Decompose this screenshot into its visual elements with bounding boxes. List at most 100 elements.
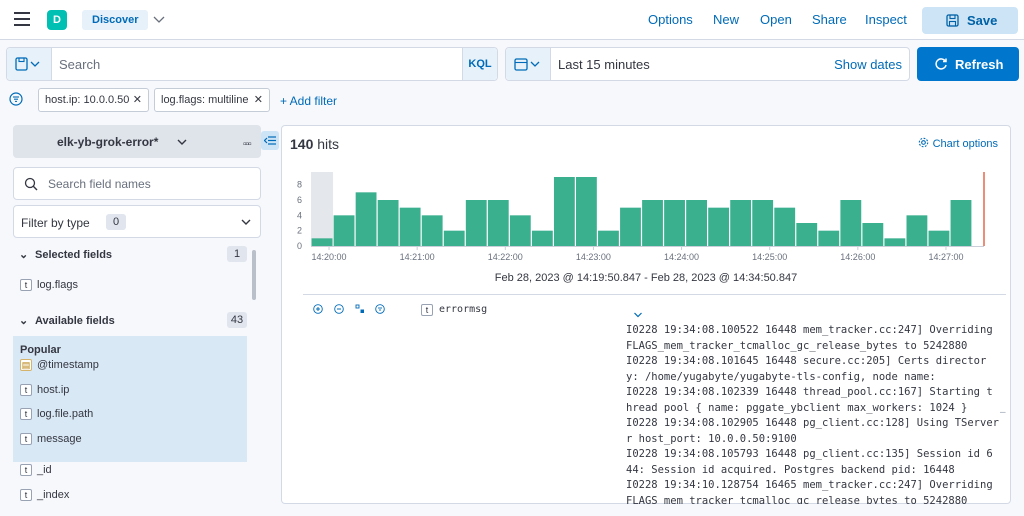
histogram-bar[interactable] bbox=[598, 230, 619, 246]
chevron-down-icon: ⌄ bbox=[19, 315, 29, 327]
log-line: 44: Session id acquired. Postgres backen… bbox=[626, 463, 955, 476]
histogram-bar[interactable] bbox=[840, 200, 862, 246]
chevron-down-icon[interactable] bbox=[152, 12, 166, 26]
histogram-bar[interactable] bbox=[531, 230, 553, 246]
field-host-ip[interactable]: t host.ip bbox=[20, 384, 69, 404]
more-options-icon[interactable]: ▫▫▫ bbox=[243, 139, 252, 150]
histogram-bar[interactable] bbox=[862, 223, 884, 246]
histogram-bar[interactable] bbox=[465, 200, 487, 246]
column-resize-handle[interactable]: – bbox=[1000, 407, 1006, 418]
filter-by-type-button[interactable]: Filter by type 0 bbox=[13, 205, 261, 238]
histogram-bar[interactable] bbox=[774, 207, 796, 246]
histogram-bar[interactable] bbox=[333, 215, 355, 246]
add-filter-button[interactable]: + Add filter bbox=[280, 94, 337, 108]
field-timestamp[interactable]: ▤ @timestamp bbox=[20, 359, 99, 379]
index-pattern-selector[interactable]: elk-yb-grok-error* bbox=[13, 125, 261, 158]
histogram-bar[interactable] bbox=[708, 207, 730, 246]
filter-pill-host-ip[interactable]: host.ip: 10.0.0.50 ✕ bbox=[38, 88, 149, 112]
histogram-bar[interactable] bbox=[950, 200, 972, 246]
filter-options-icon[interactable] bbox=[9, 92, 23, 106]
field-index[interactable]: t _index bbox=[20, 489, 69, 509]
search-input[interactable]: Search bbox=[59, 57, 100, 72]
gear-icon bbox=[918, 137, 928, 148]
histogram-bar[interactable] bbox=[664, 200, 685, 246]
breadcrumb-discover[interactable]: Discover bbox=[82, 10, 149, 30]
kql-toggle[interactable]: KQL bbox=[462, 48, 497, 80]
y-tick-label: 4 bbox=[297, 210, 302, 220]
log-line: r host_port: 10.0.0.50:9100 bbox=[626, 432, 797, 445]
histogram-bar[interactable] bbox=[399, 207, 421, 246]
histogram-bar[interactable] bbox=[421, 215, 443, 246]
histogram-bar[interactable] bbox=[796, 223, 818, 246]
histogram-bar[interactable] bbox=[311, 238, 333, 246]
field-message[interactable]: t message bbox=[20, 433, 82, 453]
refresh-button[interactable]: Refresh bbox=[917, 47, 1019, 81]
save-button[interactable]: Save bbox=[922, 7, 1018, 34]
hits-counter: 140 hits bbox=[290, 136, 339, 152]
log-line: FLAGS_mem_tracker_tcmalloc_gc_release_by… bbox=[626, 494, 968, 505]
histogram-bar[interactable] bbox=[553, 177, 575, 246]
calendar-type-icon: ▤ bbox=[20, 359, 32, 372]
histogram-bar[interactable] bbox=[884, 238, 906, 246]
histogram-bar[interactable] bbox=[377, 200, 399, 246]
close-icon[interactable]: ✕ bbox=[254, 89, 263, 111]
field-log-flags[interactable]: t log.flags bbox=[20, 279, 78, 299]
histogram-bar[interactable] bbox=[818, 230, 840, 246]
menu-icon[interactable] bbox=[14, 12, 30, 26]
hits-count: 140 bbox=[290, 136, 314, 152]
new-link[interactable]: New bbox=[713, 12, 739, 27]
field-label: _id bbox=[37, 464, 52, 477]
quick-menu-button[interactable] bbox=[506, 48, 551, 80]
histogram-bar[interactable] bbox=[928, 230, 950, 246]
histogram-bar[interactable] bbox=[620, 207, 641, 246]
collapse-sidebar-button[interactable] bbox=[261, 131, 279, 150]
histogram-bar[interactable] bbox=[487, 200, 509, 246]
x-tick-label: 14:20:00 bbox=[312, 252, 347, 262]
log-line: I0228 19:34:10.128754 16465 mem_tracker.… bbox=[626, 479, 993, 491]
show-dates-link[interactable]: Show dates bbox=[834, 57, 902, 72]
index-pattern-label: elk-yb-grok-error* bbox=[57, 135, 159, 149]
histogram-bar[interactable] bbox=[443, 230, 465, 246]
toggle-column-icon[interactable] bbox=[355, 304, 365, 314]
filter-pill-log-flags[interactable]: log.flags: multiline ✕ bbox=[154, 88, 270, 112]
share-link[interactable]: Share bbox=[812, 12, 847, 27]
zoom-in-icon[interactable] bbox=[313, 304, 323, 314]
refresh-icon bbox=[935, 58, 947, 70]
available-fields-toggle[interactable]: ⌄ Available fields bbox=[19, 314, 115, 327]
zoom-out-icon[interactable] bbox=[334, 304, 344, 314]
sidebar-scrollbar[interactable] bbox=[252, 250, 256, 300]
x-tick-label: 14:23:00 bbox=[576, 252, 611, 262]
histogram-bar[interactable] bbox=[576, 177, 597, 246]
time-range-label[interactable]: Last 15 minutes bbox=[558, 57, 650, 72]
filter-icon[interactable] bbox=[375, 304, 385, 314]
histogram-bar[interactable] bbox=[642, 200, 663, 246]
options-link[interactable]: Options bbox=[648, 12, 693, 27]
log-line: I0228 19:34:08.100522 16448 mem_tracker.… bbox=[626, 324, 993, 336]
results-panel: 140 hits Chart options 8 6 4 2 0 14:20:00 14:2… bbox=[281, 125, 1011, 504]
chevron-down-icon[interactable] bbox=[633, 310, 643, 320]
y-tick-label: 8 bbox=[297, 180, 302, 190]
field-log-file-path[interactable]: t log.file.path bbox=[20, 408, 93, 428]
histogram-bar[interactable] bbox=[906, 215, 928, 246]
field-search-input[interactable]: Search field names bbox=[13, 167, 261, 200]
calendar-icon bbox=[514, 58, 540, 71]
chart-options-button[interactable]: Chart options bbox=[918, 137, 998, 150]
saved-query-button[interactable] bbox=[7, 48, 52, 80]
histogram-bar[interactable] bbox=[355, 192, 377, 246]
inspect-link[interactable]: Inspect bbox=[865, 12, 907, 27]
string-type-icon: t bbox=[20, 489, 32, 502]
histogram-bar[interactable] bbox=[509, 215, 531, 246]
selected-fields-toggle[interactable]: ⌄ Selected fields bbox=[19, 248, 112, 261]
field-id[interactable]: t _id bbox=[20, 464, 52, 484]
close-icon[interactable]: ✕ bbox=[133, 89, 142, 111]
column-header-errormsg[interactable]: errormsg bbox=[439, 304, 487, 315]
histogram-bar[interactable] bbox=[730, 200, 752, 246]
histogram-chart[interactable]: 8 6 4 2 0 14:20:00 14:21:00 14:22:00 14:23:00 14:… bbox=[282, 172, 1010, 272]
chart-options-label: Chart options bbox=[932, 138, 998, 150]
space-avatar[interactable]: D bbox=[47, 10, 67, 30]
time-range-caption: Feb 28, 2023 @ 14:19:50.847 - Feb 28, 20… bbox=[494, 272, 798, 284]
histogram-bar[interactable] bbox=[752, 200, 774, 246]
log-line: hread pool { name: pggate_ybclient max_w… bbox=[626, 401, 968, 414]
open-link[interactable]: Open bbox=[760, 12, 792, 27]
histogram-bar[interactable] bbox=[686, 200, 707, 246]
